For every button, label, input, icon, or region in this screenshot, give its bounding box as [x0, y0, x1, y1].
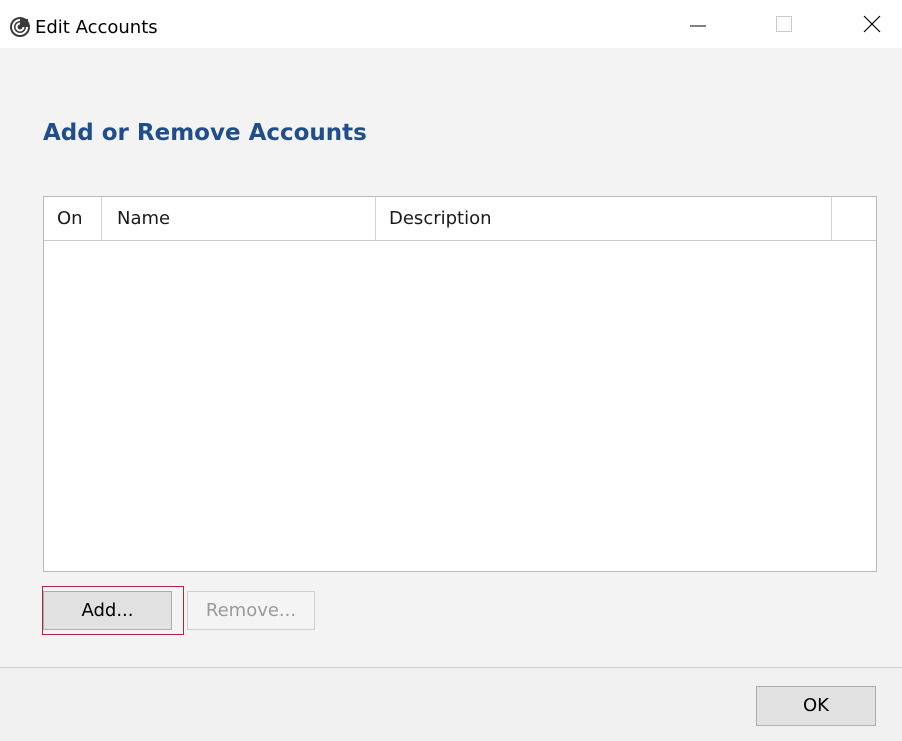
accounts-list[interactable]: On Name Description [43, 196, 877, 572]
column-header-extra[interactable] [832, 197, 876, 240]
maximize-icon [776, 16, 792, 32]
add-button[interactable]: Add... [43, 591, 172, 630]
maximize-button[interactable] [761, 0, 807, 48]
minimize-icon [690, 25, 706, 27]
minimize-button[interactable] [675, 0, 721, 48]
column-header-description[interactable]: Description [376, 197, 832, 240]
column-header-name[interactable]: Name [102, 197, 376, 240]
column-header-on[interactable]: On [44, 197, 102, 240]
page-heading: Add or Remove Accounts [43, 120, 367, 146]
app-icon [9, 16, 31, 38]
list-header: On Name Description [44, 197, 876, 241]
window-title: Edit Accounts [35, 17, 158, 38]
close-icon [863, 15, 881, 33]
remove-button: Remove... [187, 591, 315, 630]
ok-button[interactable]: OK [756, 686, 876, 726]
close-button[interactable] [849, 0, 895, 48]
title-bar: Edit Accounts [0, 0, 902, 48]
list-body[interactable] [44, 241, 876, 571]
